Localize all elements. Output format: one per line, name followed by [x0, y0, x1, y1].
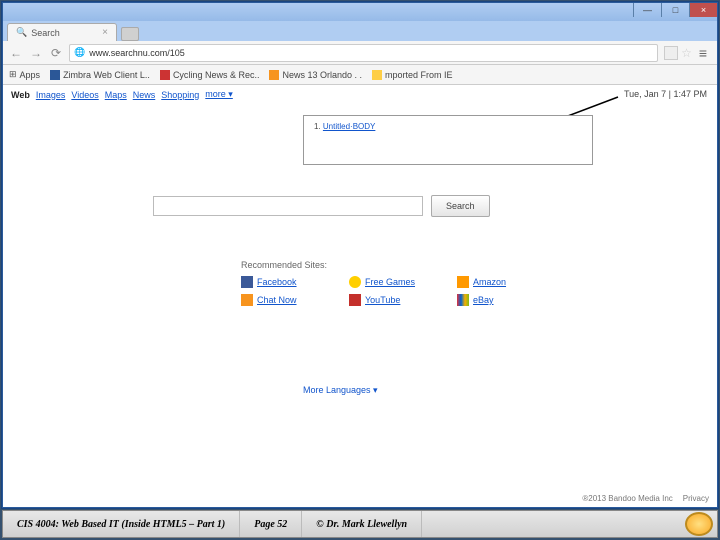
bookmark-icon — [269, 70, 279, 80]
apps-label: Apps — [20, 70, 41, 80]
toolbar: ← → ⟳ 🌐 www.searchnu.com/105 ☆ ≡ — [3, 41, 717, 65]
bookmark-zimbra[interactable]: Zimbra Web Client L.. — [50, 70, 150, 80]
search-button[interactable]: Search — [431, 195, 490, 217]
slide-page: Page 52 — [240, 511, 302, 537]
site-amazon[interactable]: Amazon — [457, 276, 557, 288]
extension-icon[interactable] — [664, 46, 678, 60]
site-link: Chat Now — [257, 295, 297, 305]
search-row: Search — [153, 195, 490, 217]
site-link: eBay — [473, 295, 494, 305]
result-link[interactable]: Untitled·BODY — [323, 122, 375, 131]
site-link: YouTube — [365, 295, 400, 305]
folder-icon — [372, 70, 382, 80]
site-chatnow[interactable]: Chat Now — [241, 294, 341, 306]
reload-button[interactable]: ⟳ — [49, 46, 63, 60]
smiley-icon — [349, 276, 361, 288]
result-box: 1. Untitled·BODY — [303, 115, 593, 165]
recommended-title: Recommended Sites: — [241, 260, 557, 270]
new-tab-button[interactable] — [121, 27, 139, 41]
bookmark-news13[interactable]: News 13 Orlando . . — [269, 70, 362, 80]
facebook-icon — [241, 276, 253, 288]
youtube-icon — [349, 294, 361, 306]
privacy-link[interactable]: Privacy — [683, 494, 709, 503]
page-footer: ®2013 Bandoo Media Inc Privacy — [582, 494, 709, 503]
bookmark-label: News 13 Orlando . . — [282, 70, 362, 80]
bookmark-label: Cycling News & Rec.. — [173, 70, 260, 80]
nav-web[interactable]: Web — [11, 90, 30, 100]
close-button[interactable]: × — [689, 3, 717, 17]
slide-course: CIS 4004: Web Based IT (Inside HTML5 – P… — [3, 511, 240, 537]
menu-button[interactable]: ≡ — [695, 45, 711, 61]
bookmark-icon — [50, 70, 60, 80]
apps-icon: ⊞ — [9, 69, 17, 80]
back-button[interactable]: ← — [9, 46, 23, 60]
site-facebook[interactable]: Facebook — [241, 276, 341, 288]
copyright-text: ®2013 Bandoo Media Inc — [582, 494, 672, 503]
maximize-button[interactable]: □ — [661, 3, 689, 17]
globe-icon: 🌐 — [74, 47, 85, 58]
nav-videos[interactable]: Videos — [71, 90, 98, 100]
bookmark-label: Zimbra Web Client L.. — [63, 70, 150, 80]
url-text: www.searchnu.com/105 — [89, 48, 185, 58]
url-bar[interactable]: 🌐 www.searchnu.com/105 — [69, 44, 658, 62]
result-number: 1. — [314, 122, 323, 131]
slide-author: © Dr. Mark Llewellyn — [302, 511, 422, 537]
chat-icon — [241, 294, 253, 306]
amazon-icon — [457, 276, 469, 288]
tab-bar: 🔍 Search × — [3, 21, 717, 41]
nav-news[interactable]: News — [133, 90, 156, 100]
bookmark-bar: ⊞ Apps Zimbra Web Client L.. Cycling New… — [3, 65, 717, 85]
tab-close-icon[interactable]: × — [102, 27, 108, 38]
tab-search[interactable]: 🔍 Search × — [7, 23, 117, 41]
result-item: 1. Untitled·BODY — [304, 116, 592, 137]
site-link: Amazon — [473, 277, 506, 287]
nav-images[interactable]: Images — [36, 90, 66, 100]
site-youtube[interactable]: YouTube — [349, 294, 449, 306]
bookmark-star-icon[interactable]: ☆ — [681, 46, 692, 60]
recommended-sites: Recommended Sites: Facebook Free Games A… — [241, 260, 557, 306]
nav-maps[interactable]: Maps — [105, 90, 127, 100]
bookmark-imported[interactable]: mported From IE — [372, 70, 453, 80]
nav-more[interactable]: more ▾ — [205, 89, 233, 100]
nav-shopping[interactable]: Shopping — [161, 90, 199, 100]
forward-button[interactable]: → — [29, 46, 43, 60]
site-ebay[interactable]: eBay — [457, 294, 557, 306]
globe-icon: 🔍 — [16, 27, 27, 38]
minimize-button[interactable]: — — [633, 3, 661, 17]
titlebar: — □ × — [3, 3, 717, 21]
ucf-logo-icon — [685, 512, 713, 536]
slide-footer: CIS 4004: Web Based IT (Inside HTML5 – P… — [2, 510, 718, 538]
tab-title: Search — [31, 28, 60, 38]
bookmark-label: mported From IE — [385, 70, 453, 80]
apps-button[interactable]: ⊞ Apps — [9, 69, 40, 80]
site-freegames[interactable]: Free Games — [349, 276, 449, 288]
site-link: Free Games — [365, 277, 415, 287]
browser-window: — □ × 🔍 Search × ← → ⟳ 🌐 www.searchnu.co… — [2, 2, 718, 508]
search-input[interactable] — [153, 196, 423, 216]
ebay-icon — [457, 294, 469, 306]
bookmark-icon — [160, 70, 170, 80]
more-languages-link[interactable]: More Languages ▾ — [303, 385, 378, 396]
site-link: Facebook — [257, 277, 297, 287]
bookmark-cycling[interactable]: Cycling News & Rec.. — [160, 70, 260, 80]
page-content: Web Images Videos Maps News Shopping mor… — [3, 85, 717, 507]
timestamp: Tue, Jan 7 | 1:47 PM — [624, 89, 707, 99]
